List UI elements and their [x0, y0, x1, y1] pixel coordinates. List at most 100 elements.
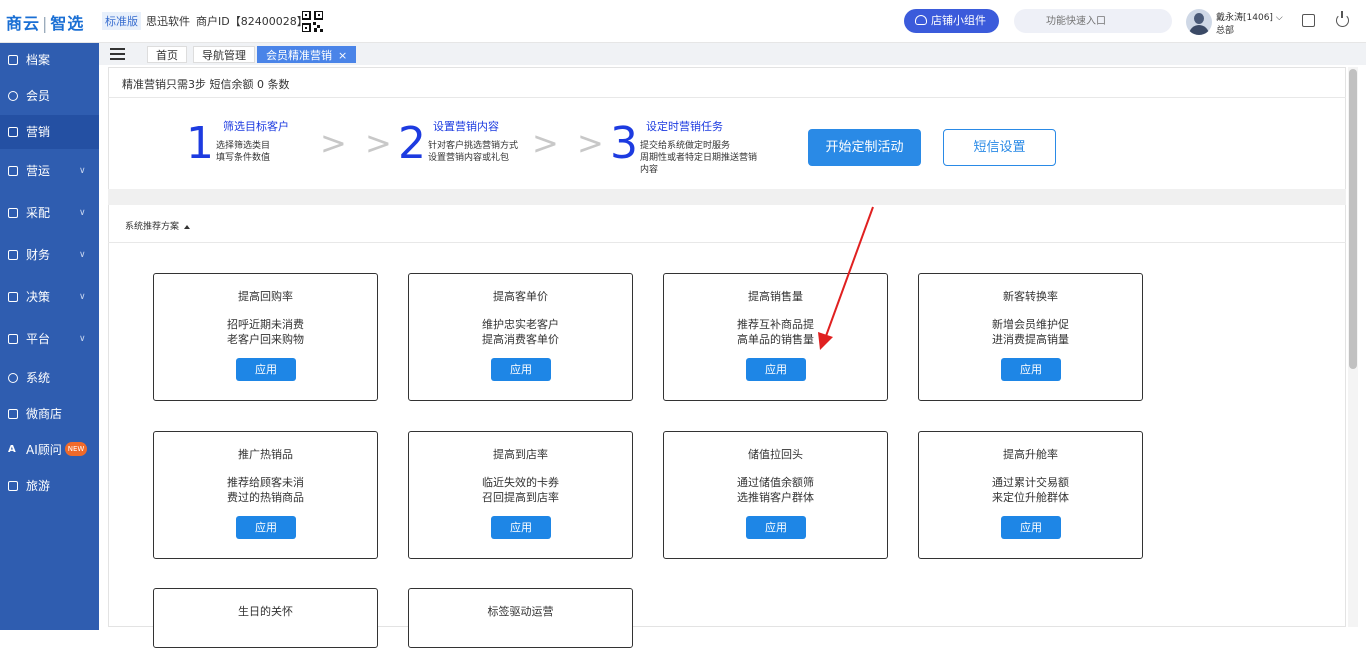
user-name[interactable]: 戴永涛[1406] ⌵ — [1216, 10, 1283, 23]
purchase-icon — [8, 208, 18, 218]
user-icon — [8, 91, 18, 101]
sidebar-item-operations[interactable]: 营运 ∨ — [0, 154, 99, 188]
tab-member-marketing[interactable]: 会员精准营销 × — [257, 46, 357, 63]
plan-card: 储值拉回头 通过储值余额筛 选推销客户群体 应用 — [663, 431, 888, 559]
step-2-desc: 针对客户挑选营销方式 设置营销内容或礼包 — [428, 141, 519, 163]
shop-icon — [8, 127, 18, 137]
sidebar-item-archive[interactable]: 档案 — [0, 43, 99, 77]
card-desc: 新增会员维护促 进消费提高销量 — [992, 318, 1069, 346]
card-desc: 维护忠实老客户 提高消费客单价 — [482, 318, 559, 346]
step-1-title: 筛选目标客户 — [223, 120, 289, 133]
plan-card: 提高升舱率 通过累计交易额 来定位升舱群体 应用 — [918, 431, 1143, 559]
chevron-down-icon: ∨ — [79, 166, 86, 176]
finance-icon — [8, 250, 18, 260]
qr-code-icon[interactable] — [302, 11, 323, 32]
plan-card: 生日的关怀 — [153, 588, 378, 648]
sidebar-item-system[interactable]: 系统 — [0, 361, 99, 395]
sidebar-item-travel[interactable]: 旅游 — [0, 469, 99, 503]
step-2-number: 2 — [398, 118, 426, 169]
apply-button[interactable]: 应用 — [1001, 516, 1061, 539]
section-separator — [108, 189, 1346, 205]
step-3-desc: 提交给系统做定时服务 周期性或者特定日期推送营销 内容 — [640, 141, 758, 175]
divider — [108, 242, 1346, 243]
card-title: 推广热销品 — [238, 448, 293, 461]
card-desc: 推荐给顾客未消 费过的热销商品 — [227, 476, 304, 504]
scrollbar[interactable] — [1348, 67, 1358, 627]
step-1-desc: 选择筛选类目 填写条件数值 — [216, 141, 271, 163]
card-desc: 通过累计交易额 来定位升舱群体 — [992, 476, 1069, 504]
plan-card: 提高客单价 维护忠实老客户 提高消费客单价 应用 — [408, 273, 633, 401]
power-icon[interactable] — [1336, 11, 1349, 27]
card-title: 生日的关怀 — [238, 605, 293, 618]
search-input[interactable] — [1014, 9, 1172, 33]
apply-button[interactable]: 应用 — [746, 516, 806, 539]
shop-widget-button[interactable]: 店铺小组件 — [904, 9, 999, 33]
scrollbar-thumb[interactable] — [1349, 69, 1357, 369]
apply-button[interactable]: 应用 — [491, 516, 551, 539]
step-3-title: 设定时营销任务 — [646, 120, 723, 133]
section-title[interactable]: 系统推荐方案 — [125, 219, 191, 232]
step-2-title: 设置营销内容 — [433, 120, 499, 133]
platform-icon — [8, 334, 18, 344]
ai-icon: A — [8, 444, 16, 455]
sidebar-item-decision[interactable]: 决策 ∨ — [0, 280, 99, 314]
sidebar: 档案 会员 营销 营运 ∨ 采配 ∨ 财务 ∨ 决策 ∨ 平台 ∨ 系统 微商店 A AI顾… — [0, 43, 99, 630]
chevron-down-icon: ⌵ — [1275, 13, 1283, 23]
micro-shop-icon — [8, 409, 18, 419]
chevron-down-icon: ∨ — [79, 250, 86, 260]
cloud-icon — [915, 15, 927, 25]
card-desc: 通过储值余额筛 选推销客户群体 — [737, 476, 814, 504]
apply-button[interactable]: 应用 — [1001, 358, 1061, 381]
sidebar-item-platform[interactable]: 平台 ∨ — [0, 322, 99, 356]
decision-icon — [8, 292, 18, 302]
chevron-down-icon: ∨ — [79, 292, 86, 302]
travel-icon — [8, 481, 18, 491]
card-title: 储值拉回头 — [748, 448, 803, 461]
card-desc: 临近失效的卡券 召回提高到店率 — [482, 476, 559, 504]
divider — [108, 97, 1346, 98]
sidebar-item-ai-advisor[interactable]: A AI顾问 NEW — [0, 433, 99, 467]
step-1-number: 1 — [186, 118, 214, 169]
card-title: 新客转换率 — [1003, 290, 1058, 303]
apply-button[interactable]: 应用 — [236, 516, 296, 539]
plan-card: 新客转换率 新增会员维护促 进消费提高销量 应用 — [918, 273, 1143, 401]
apply-button[interactable]: 应用 — [236, 358, 296, 381]
avatar[interactable] — [1186, 9, 1212, 35]
new-badge: NEW — [65, 442, 87, 456]
user-dept: 总部 — [1216, 26, 1235, 36]
start-campaign-button[interactable]: 开始定制活动 — [808, 129, 921, 166]
chevron-down-icon: ∨ — [79, 208, 86, 218]
menu-toggle-icon[interactable] — [110, 48, 125, 60]
system-icon — [8, 373, 18, 383]
plan-card: 推广热销品 推荐给顾客未消 费过的热销商品 应用 — [153, 431, 378, 559]
file-icon — [8, 55, 18, 65]
sidebar-item-member[interactable]: 会员 — [0, 79, 99, 113]
tab-home[interactable]: 首页 — [147, 46, 187, 63]
store-icon — [8, 166, 18, 176]
sidebar-item-purchase[interactable]: 采配 ∨ — [0, 196, 99, 230]
top-bar: 商云|智选 标准版 思迅软件 商户ID【82400028】 店铺小组件 戴永涛[… — [0, 0, 1366, 43]
card-title: 提高升舱率 — [1003, 448, 1058, 461]
sidebar-item-finance[interactable]: 财务 ∨ — [0, 238, 99, 272]
sidebar-item-micro-shop[interactable]: 微商店 — [0, 397, 99, 431]
apply-button[interactable]: 应用 — [746, 358, 806, 381]
card-title: 提高销售量 — [748, 290, 803, 303]
sidebar-item-marketing[interactable]: 营销 — [0, 115, 99, 149]
sms-settings-button[interactable]: 短信设置 — [943, 129, 1056, 166]
shop-widget-label: 店铺小组件 — [931, 14, 986, 27]
apply-button[interactable]: 应用 — [491, 358, 551, 381]
edition-badge: 标准版 — [102, 12, 141, 30]
fullscreen-icon[interactable] — [1302, 14, 1315, 27]
merchant-id: 商户ID【82400028】 — [196, 15, 308, 28]
app-logo[interactable]: 商云 | 智选 — [6, 10, 84, 34]
plan-card: 标签驱动运营 — [408, 588, 633, 648]
tab-nav-management[interactable]: 导航管理 — [193, 46, 255, 63]
info-line: 精准营销只需3步 短信余额 0 条数 — [122, 78, 290, 91]
chevron-down-icon: ∨ — [79, 334, 86, 344]
step-separator: > > — [532, 124, 608, 162]
company-name: 思迅软件 — [146, 15, 190, 28]
card-desc: 招呼近期未消费 老客户回来购物 — [227, 318, 304, 346]
card-title: 提高到店率 — [493, 448, 548, 461]
card-title: 提高客单价 — [493, 290, 548, 303]
close-icon[interactable]: × — [338, 49, 347, 62]
